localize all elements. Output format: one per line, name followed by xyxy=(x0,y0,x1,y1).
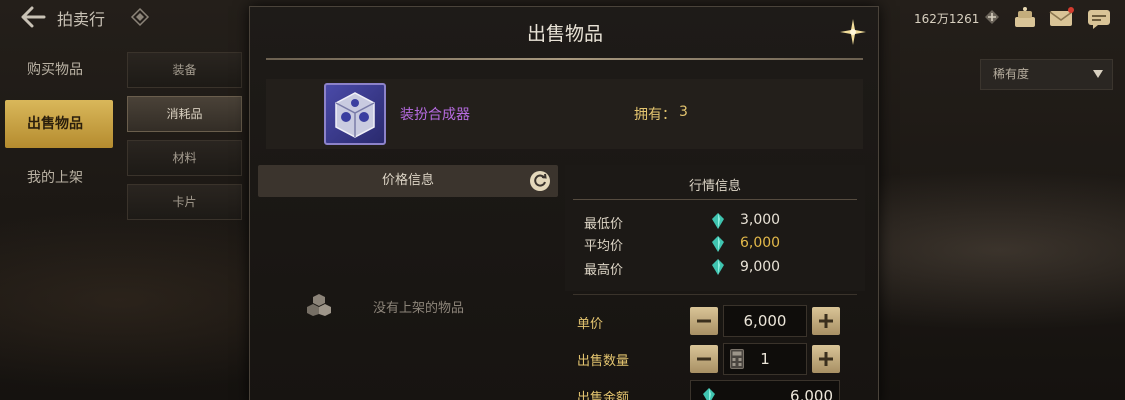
avg-price-label: 平均价 xyxy=(584,239,624,254)
calculator-icon[interactable] xyxy=(730,349,744,369)
title-divider xyxy=(266,58,863,60)
min-price-value: 3,000 xyxy=(740,212,781,228)
gem-icon xyxy=(703,388,715,400)
item-row: 装扮合成器 拥有： 3 xyxy=(266,79,863,149)
dialog-title: 出售物品 xyxy=(526,23,603,45)
avg-price-value: 6,000 xyxy=(740,235,781,251)
close-icon[interactable] xyxy=(838,17,868,47)
total-amount-label: 出售金额 xyxy=(577,391,630,400)
own-count-label: 拥有： xyxy=(634,107,676,123)
currency-amount: 162万1261 xyxy=(914,12,980,26)
mail-icon[interactable] xyxy=(1048,6,1074,30)
own-count-value: 3 xyxy=(679,104,688,120)
quantity-label: 出售数量 xyxy=(577,354,630,369)
menu-item-buy[interactable]: 购买物品 xyxy=(5,46,113,94)
minus-icon xyxy=(697,357,711,361)
sort-dropdown-value: 稀有度 xyxy=(993,67,1030,81)
cubes-icon xyxy=(306,293,332,317)
gem-icon xyxy=(712,236,724,252)
plus-icon xyxy=(819,352,833,366)
sort-dropdown[interactable]: 稀有度 xyxy=(980,59,1113,90)
back-arrow-icon[interactable] xyxy=(20,6,46,28)
form-divider xyxy=(573,294,857,295)
plus-icon xyxy=(819,314,833,328)
menu-item-my-listings[interactable]: 我的上架 xyxy=(5,154,113,202)
total-amount-value: 6,000 xyxy=(790,387,833,400)
item-name: 装扮合成器 xyxy=(400,107,470,123)
sub-item-materials[interactable]: 材料 xyxy=(127,140,242,176)
sub-item-consumables[interactable]: 消耗品 xyxy=(127,96,242,132)
gem-icon xyxy=(712,259,724,275)
sell-item-dialog: 出售物品 装扮合成器 拥有： 3 价格信息 没有上架的物品 行情信息 最低价 3… xyxy=(249,6,879,400)
minus-icon xyxy=(697,319,711,323)
max-price-value: 9,000 xyxy=(740,259,781,275)
empty-listings-text: 没有上架的物品 xyxy=(373,301,465,316)
diamond-icon[interactable] xyxy=(130,7,150,27)
page-title: 拍卖行 xyxy=(57,10,106,29)
max-price-label: 最高价 xyxy=(584,263,624,278)
price-info-header: 价格信息 xyxy=(258,165,558,197)
item-thumbnail[interactable] xyxy=(324,83,386,145)
unit-price-label: 单价 xyxy=(577,317,604,332)
quantity-increase-button[interactable] xyxy=(812,345,840,373)
sub-item-cards[interactable]: 卡片 xyxy=(127,184,242,220)
quantity-decrease-button[interactable] xyxy=(690,345,718,373)
plus-icon[interactable] xyxy=(984,9,1000,25)
chat-icon[interactable] xyxy=(1086,6,1112,30)
refresh-icon[interactable] xyxy=(529,170,551,192)
market-info-header: 行情信息 xyxy=(688,179,741,194)
quantity-value: 1 xyxy=(760,350,770,368)
unit-price-decrease-button[interactable] xyxy=(690,307,718,335)
sub-item-equipment[interactable]: 装备 xyxy=(127,52,242,88)
gem-icon xyxy=(712,213,724,229)
menu-item-sell[interactable]: 出售物品 xyxy=(5,100,113,148)
unit-price-increase-button[interactable] xyxy=(812,307,840,335)
cake-icon[interactable] xyxy=(1012,6,1038,30)
min-price-label: 最低价 xyxy=(584,217,624,232)
chevron-down-icon xyxy=(1093,70,1103,78)
market-divider xyxy=(573,199,857,200)
unit-price-input[interactable]: 6,000 xyxy=(723,305,807,337)
